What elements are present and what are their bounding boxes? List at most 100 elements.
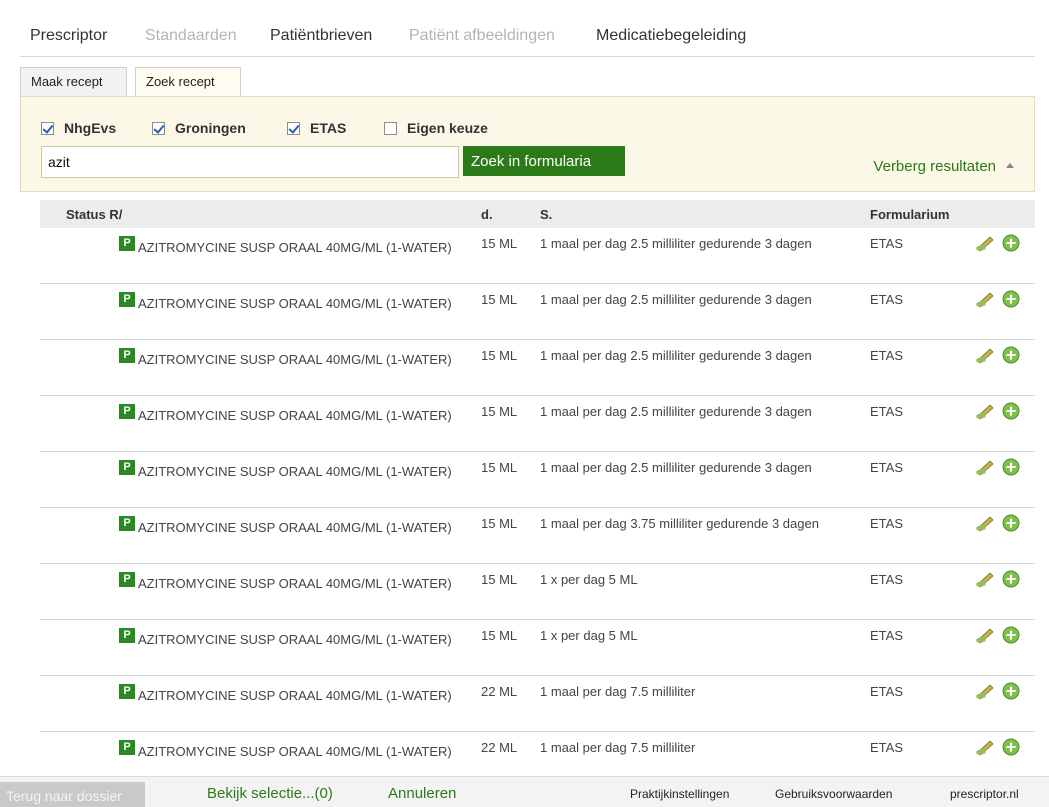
recipe-tabs: Maak recept Zoek recept (20, 67, 1035, 98)
medication-dose: 22 ML (481, 684, 518, 699)
medication-sig: 1 maal per dag 2.5 milliliter gedurende … (540, 292, 812, 307)
cancel-link[interactable]: Annuleren (388, 785, 456, 802)
table-row[interactable]: P AZITROMYCINE SUSP ORAAL 40MG/ML (1-WATE… (40, 676, 1035, 732)
medication-dose: 15 ML (481, 516, 518, 531)
status-badge: P (119, 460, 135, 475)
hide-results-label: Verberg resultaten (873, 158, 996, 175)
tab-maak-recept[interactable]: Maak recept (20, 67, 127, 97)
medication-formulary: ETAS (870, 628, 903, 643)
medication-sig: 1 maal per dag 3.75 milliliter gedurende… (540, 516, 819, 531)
pencil-edit-icon[interactable] (975, 234, 995, 252)
search-input[interactable] (41, 146, 459, 178)
nav-item-prescriptor[interactable]: Prescriptor (30, 27, 107, 45)
site-link[interactable]: prescriptor.nl (950, 787, 1019, 801)
view-selection-link[interactable]: Bekijk selectie...(0) (207, 785, 333, 802)
footer-bar: Terug naar dossier Bekijk selectie...(0)… (0, 776, 1049, 807)
table-header: Status R/ d. S. Formularium (40, 200, 1035, 228)
pencil-edit-icon[interactable] (975, 570, 995, 588)
medication-dose: 15 ML (481, 236, 518, 251)
hide-results-toggle[interactable]: Verberg resultaten (873, 158, 1014, 175)
results-table: Status R/ d. S. Formularium P AZITROMYCIN… (40, 200, 1035, 776)
plus-circle-icon[interactable] (1002, 738, 1020, 756)
plus-circle-icon[interactable] (1002, 290, 1020, 308)
filter-groningen[interactable]: Groningen (152, 120, 246, 136)
status-badge: P (119, 236, 135, 251)
pencil-edit-icon[interactable] (975, 514, 995, 532)
medication-sig: 1 maal per dag 2.5 milliliter gedurende … (540, 348, 812, 363)
checkbox-unchecked-icon[interactable] (384, 121, 397, 135)
plus-circle-icon[interactable] (1002, 234, 1020, 252)
pencil-edit-icon[interactable] (975, 682, 995, 700)
pencil-edit-icon[interactable] (975, 458, 995, 476)
search-formularia-button[interactable]: Zoek in formularia (463, 146, 625, 176)
medication-name: AZITROMYCINE SUSP ORAAL 40MG/ML (1-WATER… (138, 688, 452, 703)
practice-settings-link[interactable]: Praktijkinstellingen (630, 787, 729, 801)
medication-sig: 1 maal per dag 7.5 milliliter (540, 684, 696, 699)
pencil-edit-icon[interactable] (975, 738, 995, 756)
header-sig: S. (540, 207, 553, 222)
pencil-edit-icon[interactable] (975, 626, 995, 644)
medication-formulary: ETAS (870, 684, 903, 699)
status-badge: P (119, 516, 135, 531)
plus-circle-icon[interactable] (1002, 682, 1020, 700)
medication-formulary: ETAS (870, 740, 903, 755)
filter-eigen-keuze[interactable]: Eigen keuze (384, 120, 488, 136)
checkbox-checked-icon[interactable] (41, 121, 54, 135)
top-navigation: Prescriptor Standaarden Patiëntbrieven P… (20, 0, 1035, 57)
plus-circle-icon[interactable] (1002, 514, 1020, 532)
medication-sig: 1 x per dag 5 ML (540, 572, 638, 587)
filter-label: Groningen (175, 120, 246, 136)
tab-zoek-recept[interactable]: Zoek recept (135, 67, 241, 98)
nav-item-patientbrieven[interactable]: Patiëntbrieven (270, 27, 372, 45)
medication-dose: 15 ML (481, 460, 518, 475)
table-row[interactable]: P AZITROMYCINE SUSP ORAAL 40MG/ML (1-WATE… (40, 564, 1035, 620)
table-row[interactable]: P AZITROMYCINE SUSP ORAAL 40MG/ML (1-WATE… (40, 452, 1035, 508)
table-row[interactable]: P AZITROMYCINE SUSP ORAAL 40MG/ML (1-WATE… (40, 732, 1035, 776)
back-to-dossier-button[interactable]: Terug naar dossier (0, 782, 145, 807)
plus-circle-icon[interactable] (1002, 570, 1020, 588)
plus-circle-icon[interactable] (1002, 402, 1020, 420)
table-row[interactable]: P AZITROMYCINE SUSP ORAAL 40MG/ML (1-WATE… (40, 620, 1035, 676)
medication-dose: 22 ML (481, 740, 518, 755)
table-row[interactable]: P AZITROMYCINE SUSP ORAAL 40MG/ML (1-WATE… (40, 508, 1035, 564)
terms-link[interactable]: Gebruiksvoorwaarden (775, 787, 892, 801)
pencil-edit-icon[interactable] (975, 346, 995, 364)
nav-item-patient-afbeeldingen[interactable]: Patiënt afbeeldingen (409, 27, 555, 45)
nav-item-medicatiebegeleiding[interactable]: Medicatiebegeleiding (596, 27, 746, 45)
header-formulary: Formularium (870, 207, 950, 222)
medication-sig: 1 maal per dag 2.5 milliliter gedurende … (540, 460, 812, 475)
medication-formulary: ETAS (870, 348, 903, 363)
medication-formulary: ETAS (870, 236, 903, 251)
medication-sig: 1 maal per dag 7.5 milliliter (540, 740, 696, 755)
medication-sig: 1 x per dag 5 ML (540, 628, 638, 643)
table-row[interactable]: P AZITROMYCINE SUSP ORAAL 40MG/ML (1-WATE… (40, 228, 1035, 284)
filter-label: NhgEvs (64, 120, 117, 136)
table-row[interactable]: P AZITROMYCINE SUSP ORAAL 40MG/ML (1-WATE… (40, 340, 1035, 396)
medication-formulary: ETAS (870, 516, 903, 531)
pencil-edit-icon[interactable] (975, 402, 995, 420)
medication-formulary: ETAS (870, 404, 903, 419)
medication-dose: 15 ML (481, 628, 518, 643)
status-badge: P (119, 572, 135, 587)
checkbox-checked-icon[interactable] (287, 121, 300, 135)
header-status: Status R/ (66, 207, 123, 222)
medication-name: AZITROMYCINE SUSP ORAAL 40MG/ML (1-WATER… (138, 632, 452, 647)
medication-name: AZITROMYCINE SUSP ORAAL 40MG/ML (1-WATER… (138, 744, 452, 759)
medication-formulary: ETAS (870, 572, 903, 587)
plus-circle-icon[interactable] (1002, 458, 1020, 476)
status-badge: P (119, 292, 135, 307)
filter-label: Eigen keuze (407, 120, 488, 136)
plus-circle-icon[interactable] (1002, 346, 1020, 364)
medication-name: AZITROMYCINE SUSP ORAAL 40MG/ML (1-WATER… (138, 240, 452, 255)
medication-name: AZITROMYCINE SUSP ORAAL 40MG/ML (1-WATER… (138, 464, 452, 479)
nav-item-standaarden[interactable]: Standaarden (145, 27, 237, 45)
table-row[interactable]: P AZITROMYCINE SUSP ORAAL 40MG/ML (1-WATE… (40, 284, 1035, 340)
table-row[interactable]: P AZITROMYCINE SUSP ORAAL 40MG/ML (1-WATE… (40, 396, 1035, 452)
filter-etas[interactable]: ETAS (287, 120, 346, 136)
checkbox-checked-icon[interactable] (152, 121, 165, 135)
filter-nhgevs[interactable]: NhgEvs (41, 120, 116, 136)
pencil-edit-icon[interactable] (975, 290, 995, 308)
search-panel: NhgEvs Groningen ETAS Eigen keuze Zoek i… (20, 96, 1035, 192)
plus-circle-icon[interactable] (1002, 626, 1020, 644)
header-dose: d. (481, 207, 493, 222)
